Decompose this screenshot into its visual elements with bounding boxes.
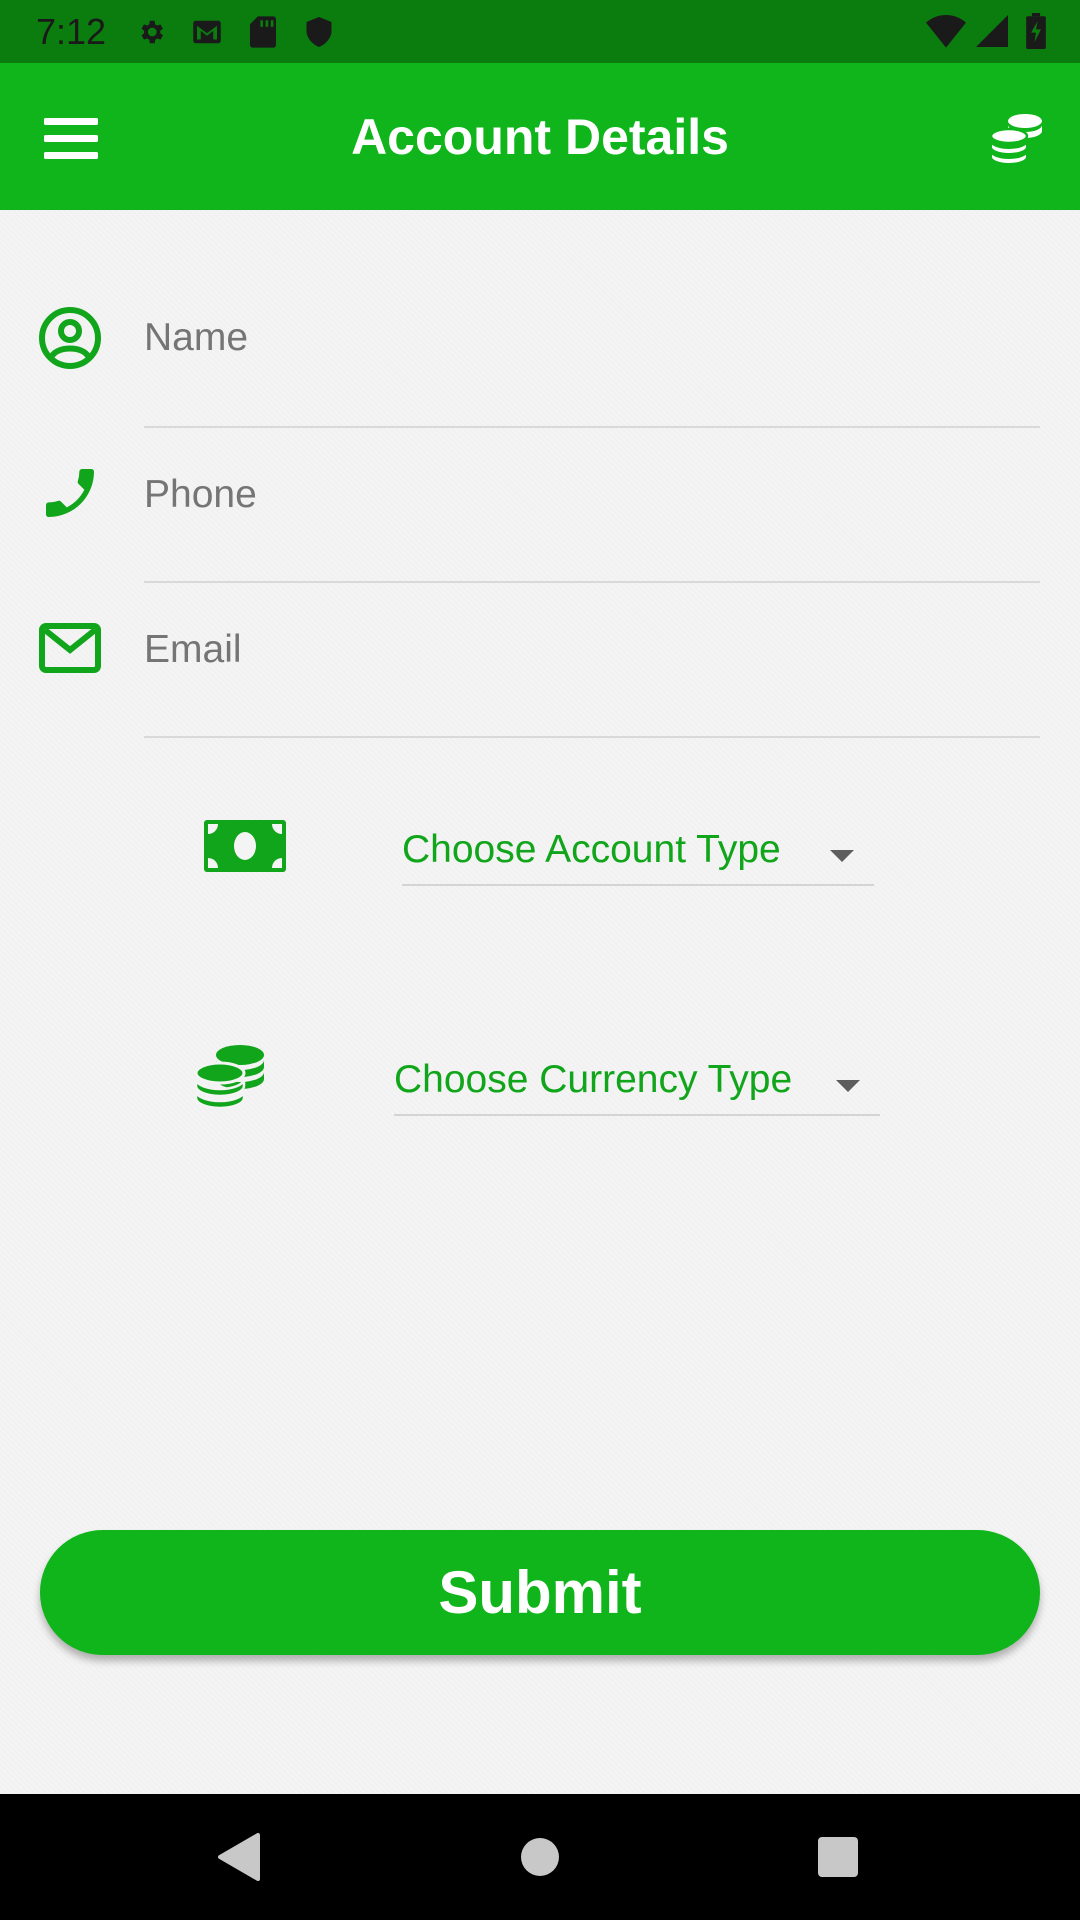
phone-input[interactable] <box>144 455 1040 535</box>
dropdown-arrow-icon <box>830 850 854 862</box>
dropdown-arrow-icon <box>836 1080 860 1092</box>
phone-row <box>0 455 1080 609</box>
sd-card-icon <box>248 15 278 48</box>
battery-icon <box>1026 13 1046 54</box>
back-icon[interactable] <box>210 1827 270 1887</box>
name-underline <box>144 426 1040 428</box>
status-time: 7:12 <box>36 10 107 52</box>
email-underline <box>144 736 1040 738</box>
page-title: Account Details <box>351 108 729 165</box>
navigation-bar <box>0 1794 1080 1920</box>
shield-icon <box>304 16 334 47</box>
coins-icon <box>194 1042 266 1110</box>
envelope-icon <box>38 616 102 680</box>
account-type-underline <box>402 884 874 886</box>
signal-icon <box>976 14 1008 53</box>
currency-type-select[interactable]: Choose Currency Type <box>394 1030 880 1120</box>
recents-icon[interactable] <box>808 1827 868 1887</box>
currency-type-label: Choose Currency Type <box>394 1058 793 1101</box>
form-container: Choose Account Type Choose Currency Type… <box>0 210 1080 1794</box>
status-bar: 7:12 <box>0 0 1080 63</box>
submit-button[interactable]: Submit <box>40 1530 1040 1655</box>
name-input[interactable] <box>144 298 1040 378</box>
wifi-icon <box>926 14 966 53</box>
account-circle-icon <box>38 306 102 370</box>
email-row <box>0 610 1080 764</box>
money-bill-icon <box>204 820 286 872</box>
home-icon[interactable] <box>510 1827 570 1887</box>
app-bar: Account Details <box>0 63 1080 210</box>
email-input[interactable] <box>144 610 1040 690</box>
gmail-icon <box>192 17 222 47</box>
status-right-icons <box>926 13 1046 54</box>
name-row <box>0 298 1080 454</box>
phone-underline <box>144 581 1040 583</box>
gear-icon <box>136 17 166 47</box>
coins-icon[interactable] <box>988 109 1046 167</box>
account-type-select[interactable]: Choose Account Type <box>402 800 874 890</box>
menu-icon[interactable] <box>42 114 100 164</box>
account-type-label: Choose Account Type <box>402 828 781 871</box>
currency-type-underline <box>394 1114 880 1116</box>
phone-icon <box>38 461 102 525</box>
